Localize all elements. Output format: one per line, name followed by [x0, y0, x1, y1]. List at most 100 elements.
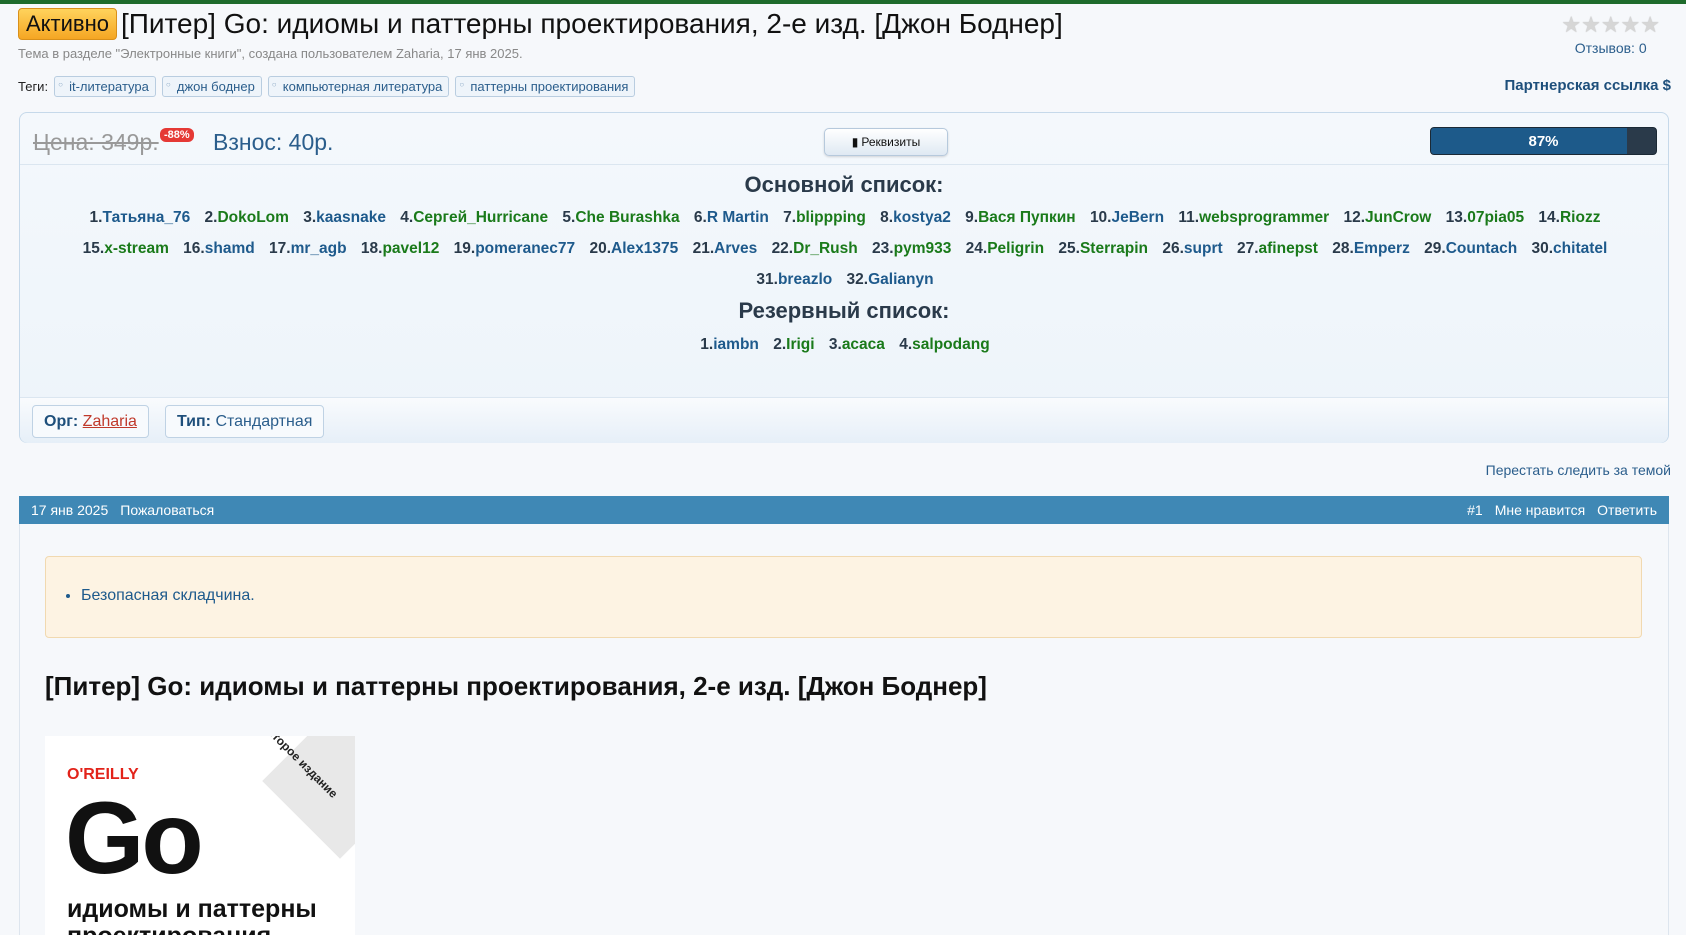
tag[interactable]: джон боднер: [161, 76, 262, 97]
member-number: 8.: [880, 209, 894, 226]
member-link[interactable]: Alex1375: [611, 240, 678, 257]
member-link[interactable]: iambn: [713, 336, 759, 353]
member-item: 21.Arves: [693, 233, 758, 264]
tag[interactable]: it-литература: [54, 76, 156, 97]
member-number: 27.: [1236, 240, 1259, 257]
member-link[interactable]: websprogrammer: [1199, 209, 1329, 226]
member-link[interactable]: Dr_Rush: [793, 240, 858, 257]
progress-bar: 87%: [1430, 127, 1657, 155]
tags-row: Теги: it-литература джон боднер компьюте…: [18, 76, 636, 97]
member-link[interactable]: JunCrow: [1365, 209, 1431, 226]
member-number: 1.: [89, 209, 103, 226]
member-link[interactable]: Peligrin: [987, 240, 1044, 257]
member-item: 27.afinepst: [1237, 233, 1318, 264]
member-link[interactable]: suprt: [1184, 240, 1223, 257]
member-link[interactable]: Che Burashka: [575, 209, 679, 226]
member-number: 10.: [1089, 209, 1112, 226]
member-link[interactable]: chitatel: [1553, 240, 1607, 257]
member-item: 14.Riozz: [1538, 202, 1600, 233]
member-number: 9.: [965, 209, 979, 226]
member-item: 11.websprogrammer: [1178, 202, 1329, 233]
member-link[interactable]: Countach: [1446, 240, 1517, 257]
member-item: 1.Татьяна_76: [90, 202, 191, 233]
member-link[interactable]: Arves: [714, 240, 757, 257]
tag[interactable]: компьютерная литература: [267, 76, 450, 97]
discount-badge: -88%: [160, 128, 194, 142]
member-link[interactable]: Riozz: [1560, 209, 1600, 226]
type-label: Тип:: [177, 413, 211, 430]
member-number: 5.: [562, 209, 576, 226]
rating-stars[interactable]: ★★★★★: [1561, 12, 1660, 38]
price-bar: Цена: 349р. -88% Взнос: 40р. ▮ Реквизиты…: [20, 113, 1668, 165]
member-item: 31.breazlo: [756, 264, 832, 295]
member-number: 11.: [1178, 209, 1200, 226]
notice-item[interactable]: Безопасная складчина.: [81, 587, 255, 605]
member-number: 18.: [360, 240, 383, 257]
tag[interactable]: паттерны проектирования: [455, 76, 636, 97]
member-item: 15.x-stream: [83, 233, 169, 264]
member-link[interactable]: kostya2: [893, 209, 951, 226]
member-item: 8.kostya2: [880, 202, 951, 233]
member-link[interactable]: salpodang: [912, 336, 990, 353]
member-link[interactable]: pavel12: [382, 240, 439, 257]
member-link[interactable]: R Martin: [707, 209, 769, 226]
member-item: 23.pym933: [872, 233, 951, 264]
member-number: 28.: [1332, 240, 1354, 257]
member-link[interactable]: breazlo: [778, 271, 832, 288]
member-link[interactable]: Вася Пупкин: [978, 209, 1076, 226]
member-link[interactable]: pomeranec77: [475, 240, 575, 257]
member-number: 14.: [1538, 209, 1560, 226]
member-number: 12.: [1343, 209, 1366, 226]
status-badge[interactable]: Активно: [18, 8, 117, 40]
member-item: 4.salpodang: [899, 329, 989, 360]
member-link[interactable]: JeBern: [1112, 209, 1165, 226]
book-cover[interactable]: Второе издание O'REILLY Go идиомы и патт…: [45, 736, 355, 935]
member-number: 26.: [1162, 240, 1184, 257]
reserve-list: 1.iambn 2.Irigi 3.acaca 4.salpodang: [40, 329, 1650, 360]
member-link[interactable]: DokoLom: [217, 209, 288, 226]
details-button[interactable]: ▮ Реквизиты: [824, 128, 948, 156]
post-number[interactable]: #1: [1467, 502, 1483, 518]
member-link[interactable]: afinepst: [1259, 240, 1318, 257]
member-number: 21.: [692, 240, 715, 257]
member-link[interactable]: Galianyn: [868, 271, 933, 288]
cover-subtitle: идиомы и паттерны проектирования: [67, 895, 317, 935]
post-title: [Питер] Go: идиомы и паттерны проектиров…: [45, 671, 987, 701]
member-link[interactable]: Sterrapin: [1080, 240, 1148, 257]
member-number: 3.: [303, 209, 317, 226]
price-old: Цена: 349р.: [33, 129, 159, 155]
member-link[interactable]: Irigi: [786, 336, 814, 353]
member-item: 16.shamd: [183, 233, 255, 264]
member-link[interactable]: x-stream: [104, 240, 169, 257]
title-row: Активно [Питер] Go: идиомы и паттерны пр…: [18, 8, 1063, 40]
like-link[interactable]: Мне нравится: [1495, 502, 1585, 518]
member-number: 25.: [1058, 240, 1080, 257]
report-link[interactable]: Пожаловаться: [120, 502, 214, 518]
reviews-link[interactable]: Отзывов: 0: [1561, 40, 1660, 56]
post-date[interactable]: 17 янв 2025: [31, 502, 108, 518]
org-link[interactable]: Zaharia: [83, 413, 137, 430]
member-number: 32.: [846, 271, 869, 288]
member-number: 2.: [204, 209, 218, 226]
member-item: 28.Emperz: [1332, 233, 1410, 264]
post-header: 17 янв 2025 Пожаловаться #1 Мне нравится…: [19, 496, 1669, 524]
member-link[interactable]: kaasnake: [316, 209, 386, 226]
member-link[interactable]: pym933: [894, 240, 952, 257]
member-link[interactable]: Татьяна_76: [102, 209, 190, 226]
member-link[interactable]: 07pia05: [1467, 209, 1524, 226]
member-link[interactable]: shamd: [205, 240, 255, 257]
member-link[interactable]: mr_agb: [291, 240, 347, 257]
type-value: Стандартная: [215, 413, 313, 430]
partner-link[interactable]: Партнерская ссылка $: [1505, 77, 1672, 94]
member-link[interactable]: acaca: [842, 336, 885, 353]
member-link[interactable]: Сергей_Hurricane: [413, 209, 548, 226]
member-link[interactable]: Emperz: [1354, 240, 1410, 257]
member-item: 10.JeBern: [1090, 202, 1164, 233]
member-item: 2.DokoLom: [205, 202, 289, 233]
member-number: 19.: [453, 240, 476, 257]
unwatch-link[interactable]: Перестать следить за темой: [1486, 462, 1671, 478]
member-link[interactable]: blippping: [796, 209, 866, 226]
member-item: 26.suprt: [1162, 233, 1222, 264]
reply-link[interactable]: Ответить: [1597, 502, 1657, 518]
member-number: 13.: [1445, 209, 1468, 226]
